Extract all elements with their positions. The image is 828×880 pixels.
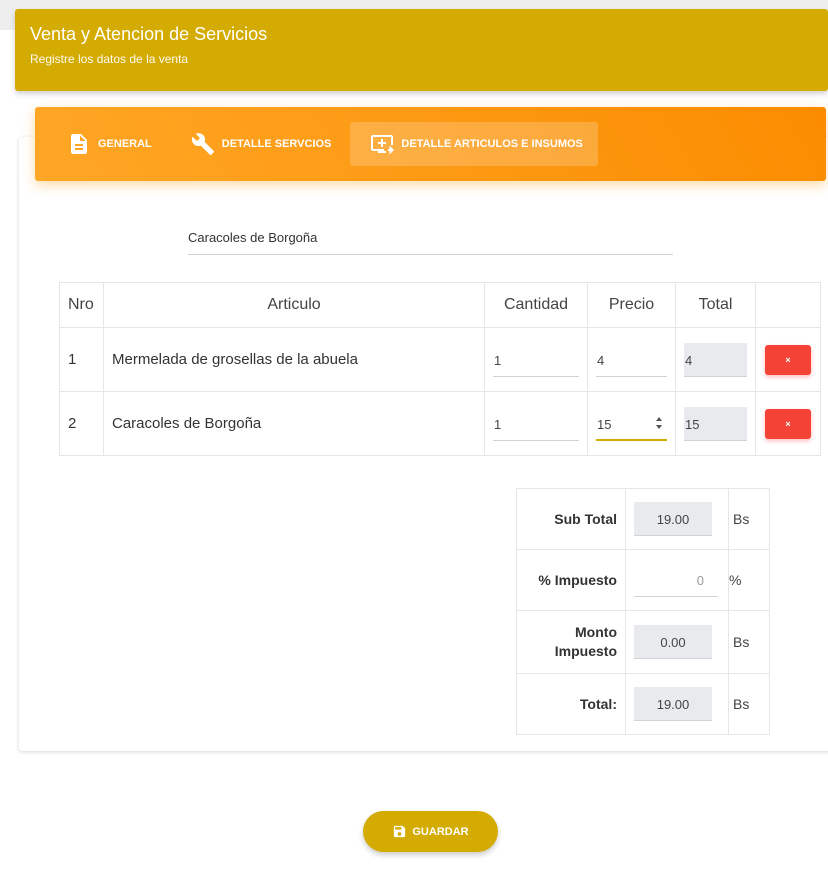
tab-detalle-servicios-label: DETALLE SERVCIOS	[221, 138, 332, 150]
precio-input[interactable]: 4	[596, 343, 667, 377]
delete-row-button[interactable]: ×	[765, 408, 811, 439]
table-row: 1 Mermelada de grosellas de la abuela 1 …	[59, 327, 821, 392]
impuesto-unit: %	[728, 549, 770, 611]
precio-value: 15	[597, 416, 612, 432]
impuesto-input[interactable]: 0	[634, 563, 718, 597]
tab-bar: GENERAL DETALLE SERVCIOS DETALLE ARTICUL…	[35, 107, 826, 181]
total-field: 4	[684, 342, 747, 377]
header-cantidad: Cantidad	[484, 282, 588, 328]
cantidad-input[interactable]: 1	[493, 343, 579, 377]
save-button[interactable]: GUARDAR	[363, 811, 498, 852]
row-nro: 1	[59, 327, 104, 392]
monto-field: 0.00	[634, 625, 712, 659]
monto-label: Monto Impuesto	[516, 610, 626, 674]
total-row: Total: 19.00 Bs	[516, 673, 770, 735]
header-actions	[755, 282, 821, 328]
header-precio: Precio	[587, 282, 676, 328]
monto-label-line1: Monto	[575, 624, 617, 640]
subtotal-label: Sub Total	[516, 488, 626, 550]
tab-detalle-articulos[interactable]: DETALLE ARTICULOS E INSUMOS	[350, 122, 598, 166]
totals-table: Sub Total 19.00 Bs % Impuesto 0 % Monto …	[516, 488, 770, 735]
document-icon	[71, 134, 87, 154]
total-field: 19.00	[634, 687, 712, 721]
total-field: 15	[684, 406, 747, 441]
monto-label-line2: Impuesto	[554, 643, 617, 659]
tab-detalle-articulos-label: DETALLE ARTICULOS E INSUMOS	[401, 138, 583, 150]
monto-unit: Bs	[728, 610, 770, 674]
row-articulo: Caracoles de Borgoña	[103, 391, 485, 456]
header-articulo: Articulo	[103, 282, 485, 328]
page-header: Venta y Atencion de Servicios Registre l…	[15, 9, 828, 91]
tab-general[interactable]: GENERAL	[47, 122, 167, 166]
table-header-row: Nro Articulo Cantidad Precio Total	[59, 282, 821, 328]
save-icon	[394, 825, 406, 838]
subtotal-row: Sub Total 19.00 Bs	[516, 488, 770, 550]
table-row: 2 Caracoles de Borgoña 1 15 15 ×	[59, 391, 821, 456]
wrench-icon	[191, 133, 214, 155]
tab-general-label: GENERAL	[98, 138, 152, 150]
impuesto-label: % Impuesto	[516, 549, 626, 611]
tab-detalle-servicios[interactable]: DETALLE SERVCIOS	[171, 122, 347, 166]
cantidad-input[interactable]: 1	[493, 407, 579, 441]
spinner-icon[interactable]	[655, 416, 663, 430]
subtotal-unit: Bs	[728, 488, 770, 550]
header-total: Total	[675, 282, 756, 328]
save-label: GUARDAR	[412, 825, 469, 838]
delete-row-button[interactable]: ×	[765, 344, 811, 375]
precio-input[interactable]: 15	[596, 407, 667, 441]
monitor-add-icon	[371, 135, 395, 155]
header-nro: Nro	[59, 282, 104, 328]
total-unit: Bs	[728, 673, 770, 735]
total-label: Total:	[516, 673, 626, 735]
product-select[interactable]: Caracoles de Borgoña	[188, 226, 673, 255]
items-table: Nro Articulo Cantidad Precio Total 1 Mer…	[59, 282, 821, 456]
row-articulo: Mermelada de grosellas de la abuela	[103, 327, 485, 392]
page-title: Venta y Atencion de Servicios	[30, 24, 268, 44]
subtotal-field: 19.00	[634, 502, 712, 536]
page-subtitle: Registre los datos de la venta	[30, 52, 189, 66]
row-nro: 2	[59, 391, 104, 456]
impuesto-row: % Impuesto 0 %	[516, 549, 770, 611]
monto-row: Monto Impuesto 0.00 Bs	[516, 610, 770, 674]
